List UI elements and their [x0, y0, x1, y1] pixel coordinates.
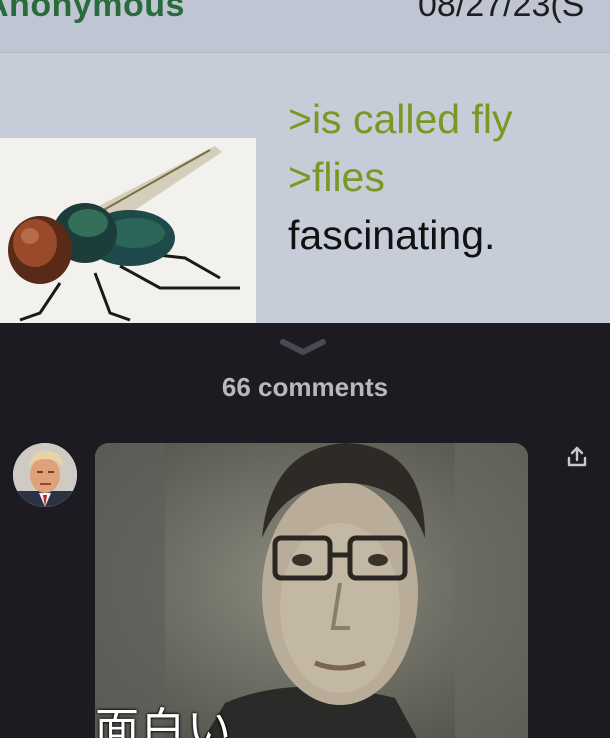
- comments-count[interactable]: 66 comments: [0, 372, 610, 403]
- greentext-line: >flies: [288, 154, 385, 200]
- image-caption: 面白い: [95, 704, 233, 738]
- post-date: 08/27/23(S: [418, 0, 585, 24]
- post-header: Anonymous 08/27/23(S: [0, 0, 610, 53]
- poster-name: Anonymous: [0, 0, 185, 24]
- chevron-down-icon[interactable]: [277, 334, 329, 360]
- post-image[interactable]: Anonymous 08/27/23(S >is called fly >fli…: [0, 0, 610, 323]
- post-text-line: fascinating.: [288, 212, 496, 258]
- share-icon[interactable]: [564, 444, 590, 470]
- avatar[interactable]: [13, 443, 77, 507]
- fly-thumbnail: [0, 138, 256, 323]
- screen: Anonymous 08/27/23(S >is called fly >fli…: [0, 0, 610, 738]
- post-body: >is called fly >flies fascinating.: [288, 90, 512, 264]
- greentext-line: >is called fly: [288, 96, 513, 142]
